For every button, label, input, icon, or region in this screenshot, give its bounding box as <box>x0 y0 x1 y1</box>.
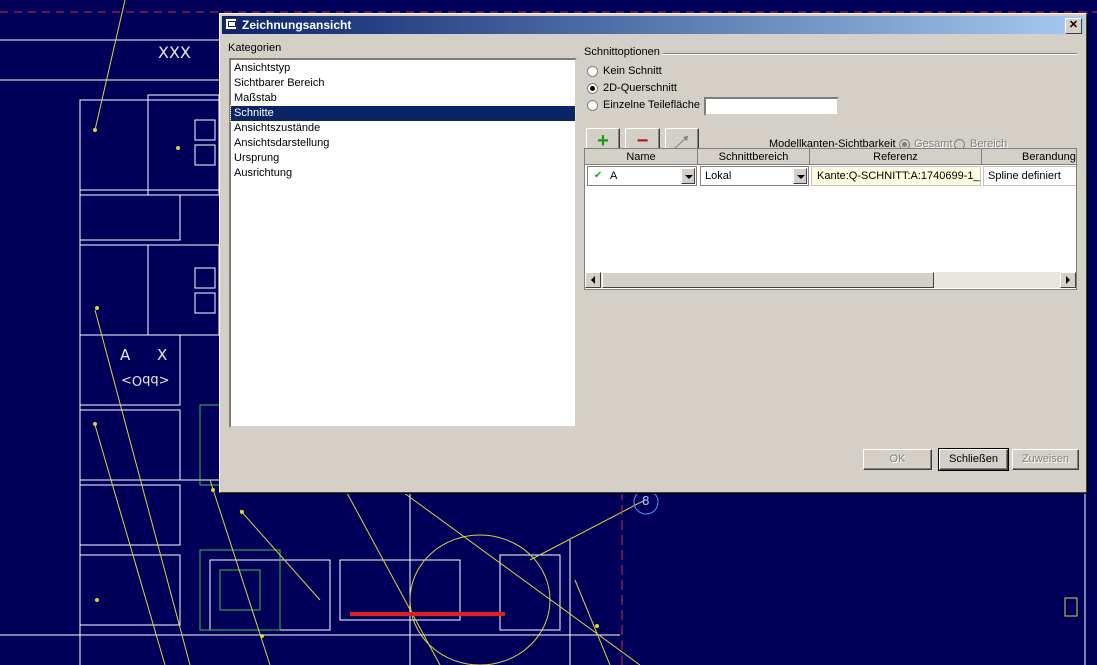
ok-button-label: OK <box>889 453 906 465</box>
radio-no-section[interactable] <box>587 66 598 77</box>
scroll-right-icon[interactable] <box>1060 272 1076 288</box>
section-options-label: Schnittoptionen <box>584 46 663 58</box>
chevron-down-icon[interactable] <box>681 168 695 184</box>
category-item-visible-area[interactable]: Sichtbarer Bereich <box>231 76 575 91</box>
scroll-thumb[interactable] <box>602 272 934 288</box>
chevron-down-icon[interactable] <box>793 168 807 184</box>
categories-list[interactable]: Ansichtstyp Sichtbarer Bereich Maßstab S… <box>229 58 577 428</box>
close-icon[interactable]: ✕ <box>1065 18 1082 34</box>
window-icon <box>225 18 237 30</box>
radio-2d-section[interactable] <box>587 83 598 94</box>
scroll-left-icon[interactable] <box>585 272 601 288</box>
column-header-section-area[interactable]: Schnittbereich <box>698 149 810 165</box>
cad-balloon-8: 8 <box>642 494 650 508</box>
cad-label-x: X <box>157 346 168 364</box>
category-item-view-states[interactable]: Ansichtszustände <box>231 121 575 136</box>
assign-button-label: Zuweisen <box>1021 453 1070 465</box>
radio-no-section-label[interactable]: Kein Schnitt <box>603 65 662 77</box>
column-header-name[interactable]: Name <box>585 149 698 165</box>
single-face-input[interactable] <box>704 97 839 116</box>
sections-table[interactable]: Name Schnittbereich Referenz Berandung ✔… <box>584 148 1077 290</box>
category-item-scale[interactable]: Maßstab <box>231 91 575 106</box>
row-reference-cell[interactable]: Kante:Q-SCHNITT:A:1740699-1_N <box>811 166 981 186</box>
cad-label-a: A <box>120 346 131 364</box>
category-item-sections[interactable]: Schnitte <box>230 105 576 122</box>
dialog-titlebar[interactable]: Zeichnungsansicht ✕ <box>222 16 1084 34</box>
row-name-combo[interactable]: ✔ A <box>587 166 697 186</box>
radio-single-face[interactable] <box>587 100 598 111</box>
column-header-reference[interactable]: Referenz <box>810 149 982 165</box>
category-item-view-type[interactable]: Ansichtstyp <box>231 61 575 76</box>
category-item-view-display[interactable]: Ansichtsdarstellung <box>231 136 575 151</box>
close-button[interactable]: Schließen <box>938 448 1009 471</box>
cad-label-odd: <Odd> <box>121 372 170 387</box>
row-name-value: A <box>610 170 618 182</box>
category-item-origin[interactable]: Ursprung <box>231 151 575 166</box>
row-boundary-cell[interactable]: Spline definiert <box>983 166 1076 186</box>
row-area-combo[interactable]: Lokal <box>700 166 809 186</box>
radio-single-face-label[interactable]: Einzelne Teilefläche <box>603 99 700 111</box>
ok-button[interactable]: OK <box>863 449 932 470</box>
cad-label-xxx: XXX <box>158 43 191 62</box>
row-area-value: Lokal <box>705 170 732 182</box>
dialog-title: Zeichnungsansicht <box>242 18 352 32</box>
table-horizontal-scrollbar[interactable] <box>585 272 1076 288</box>
categories-label: Kategorien <box>228 42 282 54</box>
check-icon: ✔ <box>594 170 603 181</box>
column-header-boundary[interactable]: Berandung <box>982 149 1076 165</box>
close-button-label: Schließen <box>949 453 998 465</box>
assign-button[interactable]: Zuweisen <box>1012 449 1079 470</box>
radio-2d-section-label[interactable]: 2D-Querschnitt <box>603 82 677 94</box>
category-item-alignment[interactable]: Ausrichtung <box>231 166 575 181</box>
